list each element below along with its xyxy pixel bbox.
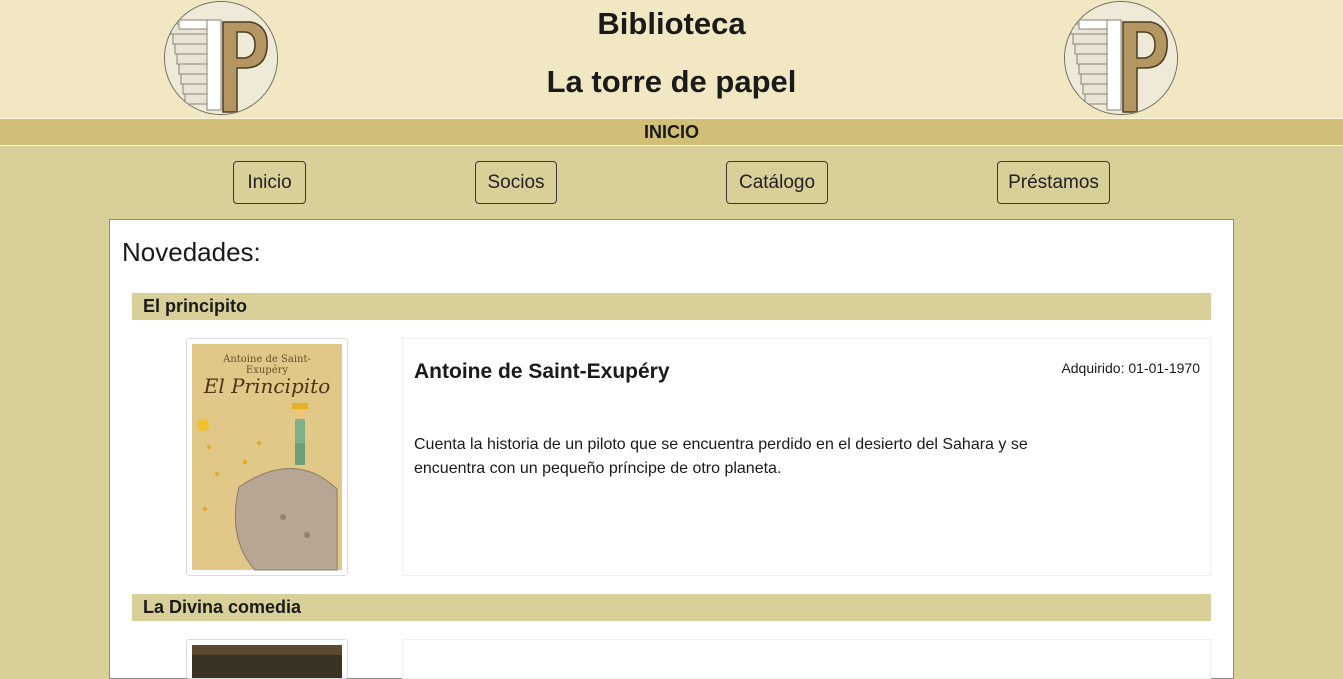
book-author: Antoine de Saint-Exupéry (414, 360, 670, 383)
cover-author-text: Antoine de Saint-Exupéry (223, 354, 311, 376)
section-title-bar: INICIO (0, 118, 1343, 146)
book-detail-card (402, 639, 1211, 679)
site-header: Biblioteca La torre de papel (0, 0, 1343, 118)
library-logo-icon (1064, 1, 1178, 115)
acquired-date: 01-01-1970 (1128, 360, 1200, 376)
book-cover[interactable] (186, 639, 348, 679)
acquired-label: Adquirido: (1061, 360, 1125, 376)
nav-button-catalogo[interactable]: Catálogo (726, 161, 828, 204)
novedades-heading: Novedades: (122, 237, 261, 267)
cover-title-text: El Principito (203, 374, 331, 398)
book-acquired-date: Adquirido: 01-01-1970 (1020, 360, 1200, 376)
book-description: Cuenta la historia de un piloto que se e… (414, 436, 1028, 477)
book-title-bar[interactable]: El principito (132, 293, 1211, 320)
nav-button-socios[interactable]: Socios (475, 161, 557, 204)
book-title-bar[interactable]: La Divina comedia (132, 594, 1211, 621)
nav-button-prestamos[interactable]: Préstamos (997, 161, 1110, 204)
nav-button-inicio[interactable]: Inicio (233, 161, 306, 204)
